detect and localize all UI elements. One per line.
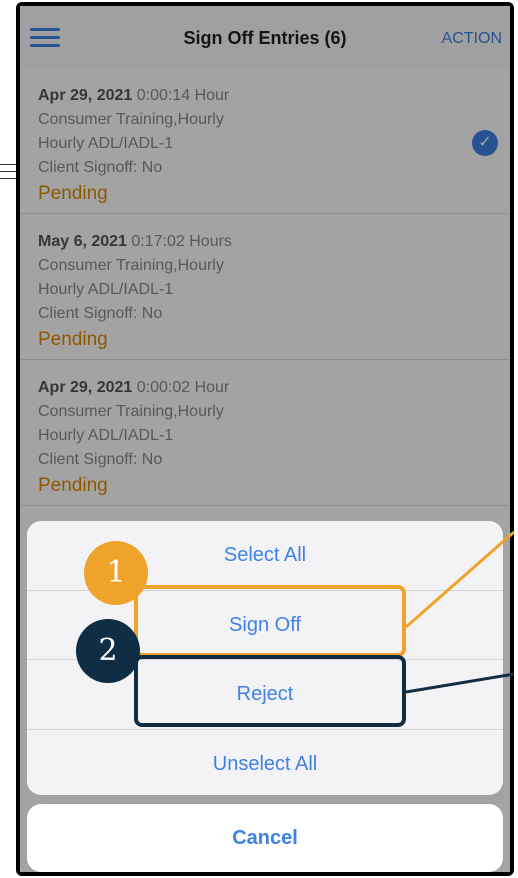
unselect-all-button[interactable]: Unselect All xyxy=(27,730,503,796)
reject-highlight xyxy=(134,655,406,727)
screen: Sign Off Entries (6) ACTION Apr 29, 2021… xyxy=(20,6,510,872)
sign-off-highlight xyxy=(134,585,406,657)
phone-frame: Sign Off Entries (6) ACTION Apr 29, 2021… xyxy=(16,2,514,876)
annotation-edge-marks xyxy=(0,158,16,188)
cancel-button[interactable]: Cancel xyxy=(27,804,503,872)
callout-badge-2: 2 xyxy=(76,619,140,683)
callout-badge-1: 1 xyxy=(84,541,148,605)
